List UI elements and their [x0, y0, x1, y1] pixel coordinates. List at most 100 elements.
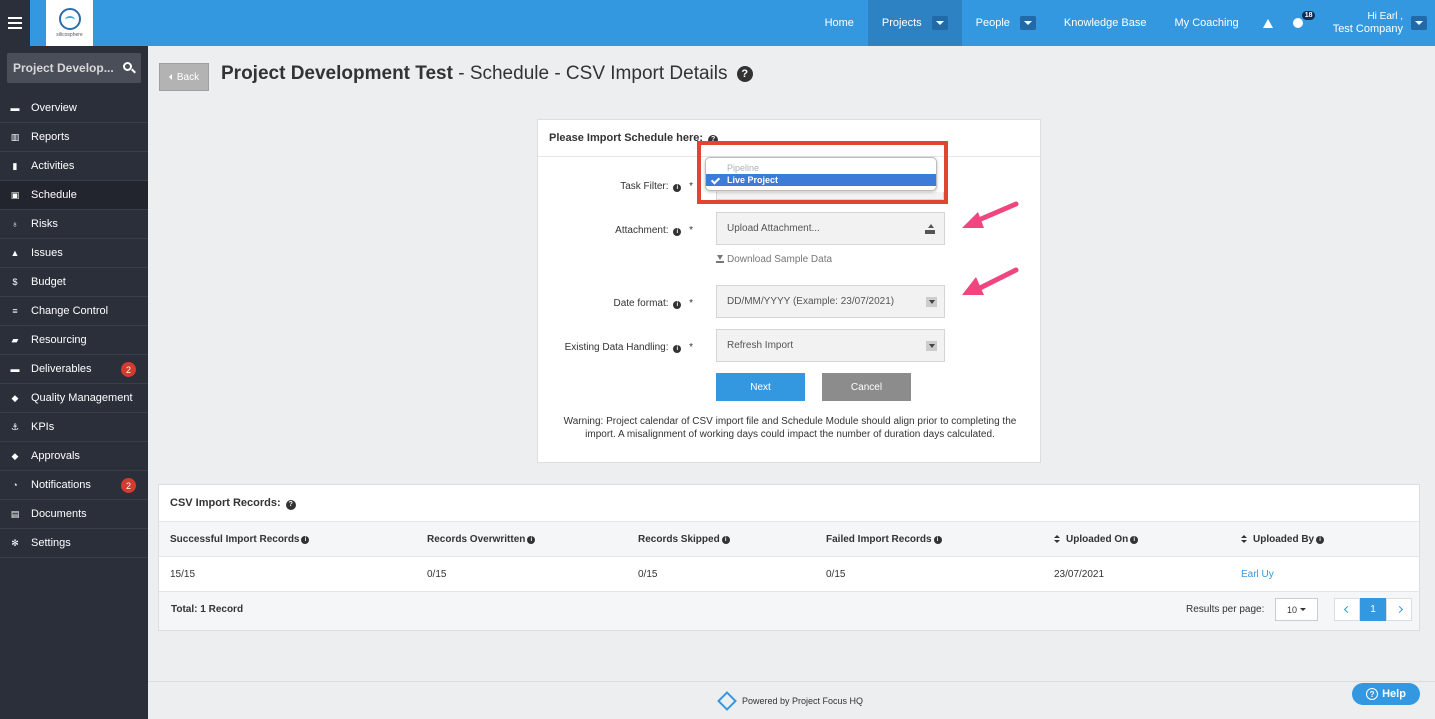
table-header-row: Successful Import Records i Records Overw… — [159, 522, 1419, 557]
existing-data-select[interactable]: Refresh Import — [716, 329, 945, 362]
uploaded-by-link[interactable]: Earl Uy — [1241, 557, 1274, 592]
column-label: Successful Import Records — [170, 534, 300, 545]
list-icon: ≡ — [12, 306, 18, 316]
sidebar-item-label: Documents — [31, 508, 87, 520]
sidebar-item-risks[interactable]: ♁ Risks — [0, 210, 148, 239]
calendar-warning-text: Warning: Project calendar of CSV import … — [563, 416, 1017, 440]
sidebar-item-approvals[interactable]: ◆ Approvals — [0, 442, 148, 471]
info-icon[interactable]: i — [1130, 535, 1139, 544]
sidebar-item-settings[interactable]: ✻ Settings — [0, 529, 148, 558]
info-icon[interactable]: i — [721, 535, 730, 544]
results-per-page-select[interactable]: 10 — [1275, 598, 1318, 621]
question-icon: ? — [1366, 688, 1379, 700]
records-footer: Total: 1 Record Results per page: 10 1 — [159, 592, 1419, 630]
attachment-label: Attachment: i * — [615, 225, 693, 236]
info-icon[interactable]: i — [1316, 535, 1325, 544]
sidebar-item-documents[interactable]: ▤ Documents — [0, 500, 148, 529]
help-button[interactable]: ? Help — [1352, 683, 1420, 705]
sidebar-item-reports[interactable]: ▥ Reports — [0, 123, 148, 152]
task-filter-label-text: Task Filter: — [620, 181, 669, 192]
search-icon[interactable] — [123, 62, 132, 71]
user-dropdown-toggle[interactable] — [1407, 0, 1435, 46]
people-dropdown-toggle[interactable] — [1019, 16, 1036, 30]
nav-people-label: People — [975, 17, 1010, 29]
company-logo[interactable]: silicosphere — [46, 0, 93, 46]
back-label: Back — [176, 71, 200, 83]
user-menu[interactable]: Hi Earl , Test Company — [1313, 0, 1407, 46]
required-mark: * — [689, 298, 693, 309]
download-sample-link[interactable]: Download Sample Data — [716, 254, 832, 265]
sidebar-item-schedule[interactable]: ▣ Schedule — [0, 181, 148, 210]
date-format-label: Date format: i * — [614, 298, 693, 309]
next-page-button[interactable] — [1386, 598, 1412, 621]
records-heading-text: CSV Import Records: — [170, 497, 281, 509]
info-icon[interactable]: i — [673, 301, 682, 309]
caret-left-icon — [168, 74, 172, 80]
date-format-select[interactable]: DD/MM/YYYY (Example: 23/07/2021) — [716, 285, 945, 318]
info-icon[interactable]: i — [301, 535, 310, 544]
nav-my-coaching[interactable]: My Coaching — [1160, 0, 1252, 46]
cancel-button[interactable]: Cancel — [822, 373, 911, 401]
cell-uploaded-on: 23/07/2021 — [1054, 569, 1105, 580]
sidebar-item-issues[interactable]: ▲ Issues — [0, 239, 148, 268]
annotation-arrow-icon — [962, 201, 1019, 228]
projects-dropdown-toggle[interactable] — [931, 16, 948, 30]
sidebar-item-budget[interactable]: $ Budget — [0, 268, 148, 297]
attachment-upload-field[interactable]: Upload Attachment... — [716, 212, 945, 245]
sidebar-item-label: KPIs — [31, 421, 55, 433]
question-circle-icon[interactable]: ? — [285, 500, 296, 510]
nav-home[interactable]: Home — [811, 0, 868, 46]
column-uploaded-on[interactable]: Uploaded On i — [1054, 522, 1140, 557]
sidebar: Project Develop... ▬ Overview ▥ Reports ▮ Act… — [0, 46, 148, 719]
sidebar-item-label: Quality Management — [31, 392, 133, 404]
required-mark: * — [689, 225, 693, 236]
logo-icon — [58, 8, 81, 30]
back-button[interactable]: Back — [159, 63, 209, 91]
records-table: Successful Import Records i Records Overw… — [159, 522, 1419, 592]
column-successful: Successful Import Records i — [170, 522, 311, 557]
sidebar-item-label: Approvals — [31, 450, 80, 462]
alerts-button[interactable] — [1253, 0, 1283, 46]
nav-projects[interactable]: Projects — [867, 0, 962, 46]
hamburger-icon — [8, 17, 22, 29]
required-mark: * — [689, 342, 693, 353]
menu-toggle-button[interactable] — [0, 0, 30, 46]
caret-down-icon — [1300, 608, 1307, 611]
lightbulb-icon: ♁ — [11, 219, 19, 229]
upload-icon[interactable] — [925, 224, 935, 234]
sidebar-item-overview[interactable]: ▬ Overview — [0, 94, 148, 123]
column-failed: Failed Import Records i — [826, 522, 944, 557]
sidebar-item-label: Notifications — [31, 479, 91, 491]
column-uploaded-by[interactable]: Uploaded By i — [1241, 522, 1326, 557]
nav-knowledge-base[interactable]: Knowledge Base — [1050, 0, 1161, 46]
next-button[interactable]: Next — [716, 373, 805, 401]
bar-chart-icon: ▥ — [10, 131, 20, 142]
page-button-current[interactable]: 1 — [1360, 598, 1386, 621]
notification-count-badge: 18 — [1301, 11, 1316, 20]
sidebar-item-quality-management[interactable]: ◆ Quality Management — [0, 384, 148, 413]
existing-data-label: Existing Data Handling: i * — [565, 342, 693, 353]
top-navbar: silicosphere Home Projects People Knowle… — [0, 0, 1435, 46]
sidebar-item-kpis[interactable]: ⚓ KPIs — [0, 413, 148, 442]
sidebar-item-change-control[interactable]: ≡ Change Control — [0, 297, 148, 326]
info-icon[interactable]: i — [673, 184, 682, 192]
sidebar-item-activities[interactable]: ▮ Activities — [0, 152, 148, 181]
download-icon — [716, 255, 724, 263]
sidebar-item-resourcing[interactable]: ▰ Resourcing — [0, 326, 148, 355]
question-circle-icon[interactable]: ? — [736, 66, 753, 82]
column-label: Failed Import Records — [826, 534, 932, 545]
notifications-button[interactable]: 18 — [1283, 0, 1316, 46]
info-icon[interactable]: i — [673, 228, 682, 236]
powered-by-text: Powered by Project Focus HQ — [741, 695, 864, 706]
results-per-page-value: 10 — [1287, 604, 1298, 615]
info-icon[interactable]: i — [527, 535, 536, 544]
nav-people[interactable]: People — [962, 0, 1050, 46]
sort-icon — [1054, 535, 1060, 544]
project-search-input[interactable]: Project Develop... — [7, 53, 141, 83]
folder-icon: ▰ — [11, 334, 19, 345]
info-icon[interactable]: i — [933, 535, 942, 544]
prev-page-button[interactable] — [1334, 598, 1360, 621]
sidebar-item-deliverables[interactable]: ▬ Deliverables 2 — [0, 355, 148, 384]
sidebar-item-notifications[interactable]: ◔ Notifications 2 — [0, 471, 148, 500]
info-icon[interactable]: i — [673, 345, 682, 353]
